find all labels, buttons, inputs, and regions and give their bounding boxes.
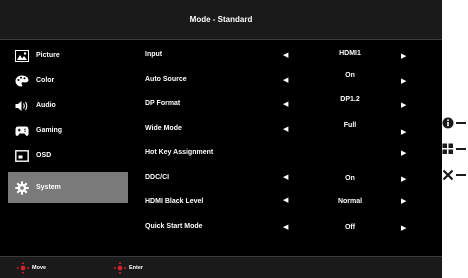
setting-quick-start-mode[interactable]: Quick Start Mode ◀ Off ▶ xyxy=(145,216,425,241)
palette-icon xyxy=(14,74,30,88)
info-key[interactable] xyxy=(442,112,468,134)
sidebar-item-color[interactable]: Color xyxy=(8,68,128,93)
sidebar-item-system[interactable]: System xyxy=(8,172,128,203)
right-arrow-icon[interactable]: ▶ xyxy=(401,101,406,109)
right-arrow-icon[interactable]: ▶ xyxy=(401,224,406,232)
footer-move: Move xyxy=(16,262,46,274)
setting-label: Hot Key Assignment xyxy=(145,149,214,156)
setting-dp-format[interactable]: DP Format ◀ DP1.2 ▶ xyxy=(145,93,425,118)
settings-list: Input ◀ HDMI1 ▶ Auto Source ◀ On ▶ DP Fo… xyxy=(145,44,425,240)
left-arrow-icon[interactable]: ◀ xyxy=(283,125,288,133)
setting-hdmi-black-level[interactable]: HDMI Black Level ◀ Normal ▶ xyxy=(145,191,425,216)
right-arrow-icon[interactable]: ▶ xyxy=(401,149,406,157)
left-arrow-icon[interactable]: ◀ xyxy=(283,196,288,204)
right-arrow-icon[interactable]: ▶ xyxy=(401,77,406,85)
setting-auto-source[interactable]: Auto Source ◀ On ▶ xyxy=(145,69,425,94)
footer-bar: Move Enter xyxy=(0,256,442,278)
close-icon xyxy=(442,169,454,181)
setting-value: Normal xyxy=(337,198,363,205)
sidebar-item-label: System xyxy=(36,184,61,191)
right-arrow-icon[interactable]: ▶ xyxy=(401,175,406,183)
setting-value: On xyxy=(345,71,355,79)
setting-label: HDMI Black Level xyxy=(145,198,204,205)
sidebar: Picture Color Audio Gaming OSD System xyxy=(8,40,128,203)
enter-joystick-icon xyxy=(113,262,127,274)
setting-label: Input xyxy=(145,51,163,58)
setting-value: Off xyxy=(344,223,356,231)
osd-menu: Mode - Standard Picture Color Audio Gami… xyxy=(0,0,442,278)
setting-value: HDMI1 xyxy=(339,50,361,57)
sidebar-item-label: Gaming xyxy=(36,127,63,134)
grid-key[interactable] xyxy=(442,138,468,160)
setting-value: On xyxy=(345,174,355,182)
sidebar-item-gaming[interactable]: Gaming xyxy=(8,118,128,143)
left-arrow-icon[interactable]: ◀ xyxy=(283,100,288,108)
move-label: Move xyxy=(32,265,47,271)
left-arrow-icon[interactable]: ◀ xyxy=(283,173,288,181)
page-title: Mode - Standard xyxy=(189,15,253,24)
setting-label: DDC/CI xyxy=(145,173,170,181)
sidebar-item-label: Color xyxy=(36,77,55,84)
footer-enter: Enter xyxy=(113,262,143,274)
setting-wide-mode[interactable]: Wide Mode ◀ Full ▶ xyxy=(145,118,425,143)
sidebar-item-picture[interactable]: Picture xyxy=(8,43,128,68)
info-icon xyxy=(442,117,454,129)
setting-label: Auto Source xyxy=(145,75,187,83)
left-arrow-icon[interactable]: ◀ xyxy=(283,76,288,84)
setting-label: DP Format xyxy=(145,100,181,107)
setting-value: Full xyxy=(343,121,357,129)
left-arrow-icon[interactable]: ◀ xyxy=(283,223,288,231)
right-arrow-icon[interactable]: ▶ xyxy=(401,128,406,136)
sidebar-item-label: Audio xyxy=(36,102,56,109)
sidebar-item-osd[interactable]: OSD xyxy=(8,143,128,168)
gamepad-icon xyxy=(14,124,30,138)
sidebar-item-audio[interactable]: Audio xyxy=(8,93,128,118)
right-arrow-icon[interactable]: ▶ xyxy=(401,52,406,60)
setting-label: Wide Mode xyxy=(145,124,182,132)
setting-input[interactable]: Input ◀ HDMI1 ▶ xyxy=(145,44,425,69)
close-key[interactable] xyxy=(442,164,468,186)
speaker-icon xyxy=(14,99,30,113)
gear-icon xyxy=(14,180,30,195)
grid-icon xyxy=(442,143,453,154)
setting-hot-key-assignment[interactable]: Hot Key Assignment ▶ xyxy=(145,142,425,167)
right-arrow-icon[interactable]: ▶ xyxy=(401,197,406,205)
enter-label: Enter xyxy=(129,265,144,271)
move-joystick-icon xyxy=(16,262,30,274)
left-arrow-icon[interactable]: ◀ xyxy=(283,51,288,59)
setting-label: Quick Start Mode xyxy=(145,222,203,230)
setting-ddc-ci[interactable]: DDC/CI ◀ On ▶ xyxy=(145,167,425,192)
picture-icon xyxy=(14,49,30,63)
title-bar: Mode - Standard xyxy=(0,0,442,40)
osd-icon xyxy=(14,149,30,163)
sidebar-item-label: OSD xyxy=(36,152,52,159)
sidebar-item-label: Picture xyxy=(36,52,60,59)
setting-value: DP1.2 xyxy=(340,96,360,103)
